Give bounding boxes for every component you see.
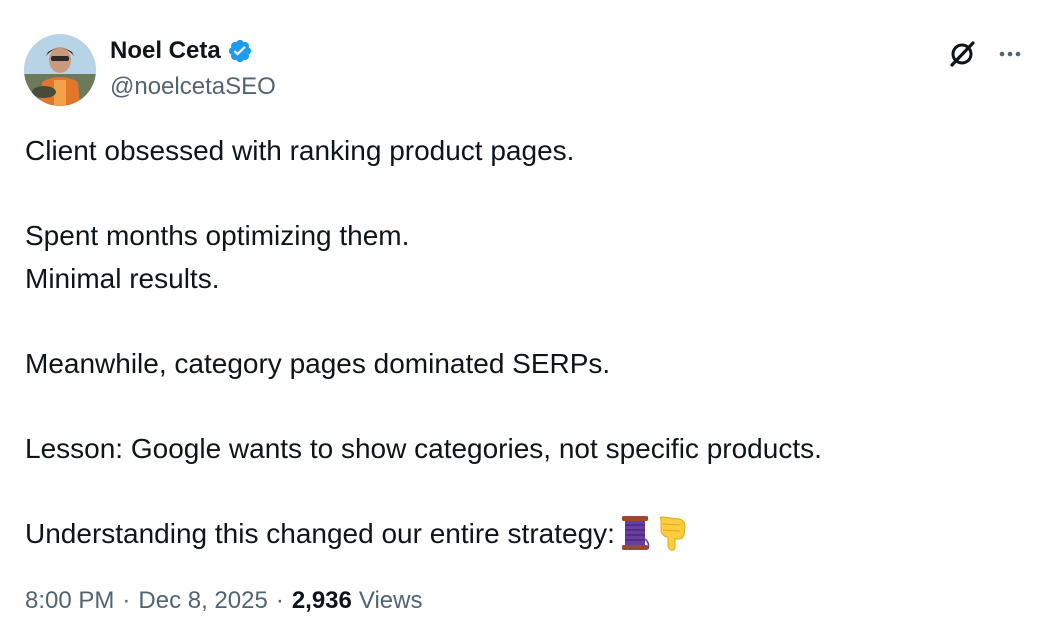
author-handle[interactable]: @noelcetaSEO (110, 72, 276, 102)
avatar-image (24, 34, 96, 106)
tweet-last-line: Understanding this changed our entire st… (25, 513, 1035, 564)
tweet-line: Minimal results. (25, 262, 220, 294)
tweet-line: Understanding this changed our entire st… (25, 517, 615, 549)
thread-spool-emoji-icon (619, 515, 651, 564)
verified-badge-icon[interactable] (227, 38, 253, 64)
tweet-card: Noel Ceta @noelcetaSEO Client obsessed w… (0, 0, 1054, 639)
meta-separator: · (122, 587, 131, 614)
views-count[interactable]: 2,936 (292, 587, 352, 614)
grok-icon (950, 41, 975, 67)
more-horizontal-icon (999, 51, 1021, 57)
tweet-meta: 8:00 PM · Dec 8, 2025 · 2,936 Views (25, 585, 422, 617)
pointing-down-emoji-icon (655, 515, 689, 564)
author-display-name[interactable]: Noel Ceta (110, 36, 221, 66)
meta-separator: · (275, 587, 284, 614)
more-options-button[interactable] (990, 34, 1030, 74)
author-name-row: Noel Ceta (110, 36, 253, 66)
views-label: Views (358, 587, 423, 614)
avatar[interactable] (24, 34, 96, 106)
grok-button[interactable] (942, 34, 982, 74)
tweet-time[interactable]: 8:00 PM (25, 587, 114, 614)
tweet-line: Client obsessed with ranking product pag… (25, 135, 575, 166)
tweet-line: Spent months optimizing them. (25, 220, 410, 251)
tweet-line: Lesson: Google wants to show categories,… (25, 432, 822, 464)
tweet-line: Meanwhile, category pages dominated SERP… (25, 347, 611, 379)
tweet-text: Client obsessed with ranking product pag… (25, 130, 1035, 563)
tweet-date[interactable]: Dec 8, 2025 (138, 587, 267, 614)
